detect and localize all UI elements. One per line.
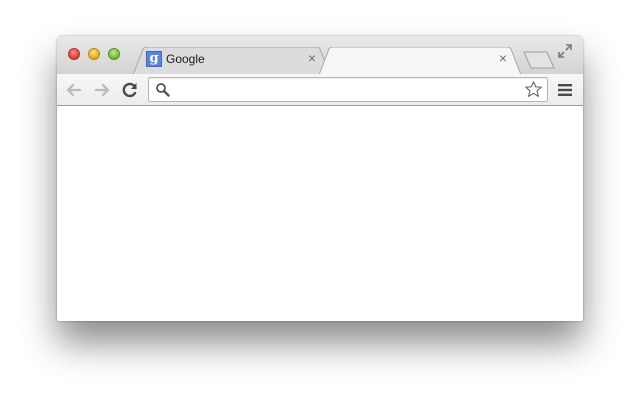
tab-strip: g Google × × — [57, 36, 583, 75]
zoom-window-button[interactable] — [108, 48, 120, 60]
tab-title: Google — [166, 52, 205, 66]
star-outline-icon[interactable] — [524, 80, 543, 99]
browser-toolbar — [57, 74, 583, 106]
browser-window: g Google × × — [57, 36, 583, 321]
tab-close-icon[interactable]: × — [497, 51, 509, 65]
page-content — [57, 106, 583, 321]
close-window-button[interactable] — [68, 48, 80, 60]
address-bar[interactable] — [148, 77, 548, 102]
back-arrow-icon[interactable] — [64, 80, 84, 100]
tab-shape — [133, 47, 330, 75]
magnifier-icon — [156, 83, 170, 97]
tab-close-icon[interactable]: × — [306, 51, 318, 65]
minimize-window-button[interactable] — [88, 48, 100, 60]
tab-shape — [319, 47, 521, 75]
hamburger-menu-icon[interactable] — [556, 81, 574, 99]
new-tab-button[interactable] — [523, 51, 555, 69]
tab-new-tab[interactable]: × — [319, 47, 521, 75]
reload-icon[interactable] — [120, 80, 140, 100]
desktop-background: g Google × × — [0, 0, 640, 400]
fullscreen-icon[interactable] — [557, 43, 573, 59]
forward-arrow-icon[interactable] — [92, 80, 112, 100]
address-input[interactable] — [175, 80, 505, 98]
tab-google[interactable]: g Google × — [133, 47, 330, 75]
google-favicon-icon: g — [146, 51, 162, 67]
